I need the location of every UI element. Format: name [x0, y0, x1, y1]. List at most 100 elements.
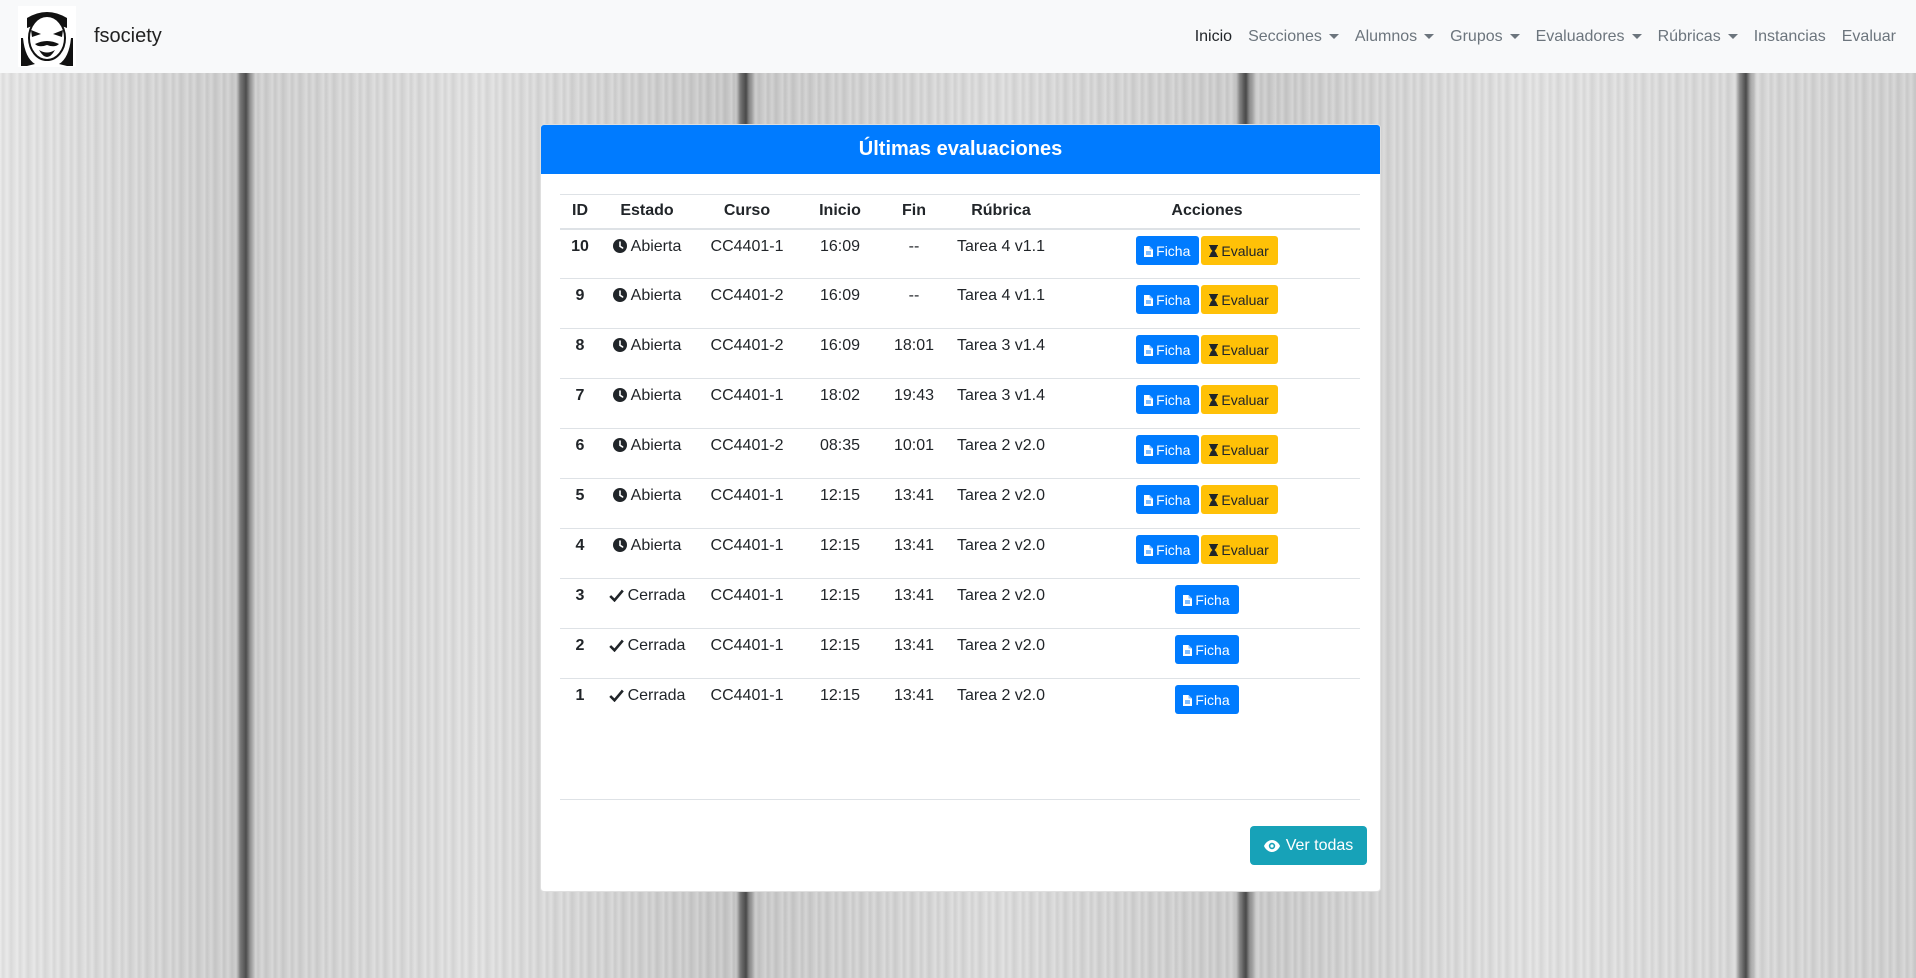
- ver-todas-button[interactable]: Ver todas: [1250, 826, 1367, 865]
- evaluar-button[interactable]: Evaluar: [1201, 485, 1278, 514]
- ficha-label: Ficha: [1195, 642, 1230, 658]
- table-row: 5 Abierta CC4401-1 12:15 13:41 Tarea 2 v2.0 Fi…: [560, 478, 1360, 529]
- cell-rubrica: Tarea 2 v2.0: [948, 428, 1054, 479]
- ficha-button[interactable]: Ficha: [1136, 435, 1200, 464]
- cell-inicio: 08:35: [800, 428, 880, 479]
- cell-fin: 18:01: [880, 328, 948, 379]
- evaluar-button[interactable]: Evaluar: [1201, 385, 1278, 414]
- cell-estado: Abierta: [600, 528, 694, 579]
- status-text: Abierta: [630, 337, 682, 354]
- ficha-button[interactable]: Ficha: [1136, 335, 1200, 364]
- cell-estado: Abierta: [600, 278, 694, 329]
- ficha-button[interactable]: Ficha: [1175, 685, 1239, 714]
- nav-item-label: Instancias: [1753, 27, 1826, 45]
- ficha-button[interactable]: Ficha: [1136, 235, 1200, 265]
- clock-icon: [612, 438, 627, 457]
- cell-acciones: Ficha Evaluar: [1054, 229, 1360, 279]
- nav-item-label: Secciones: [1248, 27, 1322, 45]
- cell-rubrica: Tarea 2 v2.0: [948, 478, 1054, 529]
- cell-id: 4: [560, 528, 600, 579]
- cell-inicio: 16:09: [800, 278, 880, 329]
- cell-curso: CC4401-1: [694, 378, 800, 429]
- brand[interactable]: fsociety: [18, 6, 162, 67]
- ficha-button[interactable]: Ficha: [1136, 535, 1200, 564]
- status-text: Cerrada: [627, 637, 686, 654]
- table-row: 4 Abierta CC4401-1 12:15 13:41 Tarea 2 v2.0 Fi…: [560, 528, 1360, 579]
- cell-fin: 19:43: [880, 378, 948, 429]
- status-text: Abierta: [630, 237, 682, 255]
- ficha-label: Ficha: [1156, 442, 1191, 458]
- evaluar-label: Evaluar: [1221, 492, 1269, 508]
- column-header-acciones: Acciones: [1054, 194, 1360, 230]
- ficha-label: Ficha: [1195, 592, 1230, 608]
- evaluar-label: Evaluar: [1221, 392, 1269, 408]
- cell-curso: CC4401-1: [694, 678, 800, 729]
- table-row: 2 Cerrada CC4401-1 12:15 13:41 Tarea 2 v2.0 Fi…: [560, 628, 1360, 679]
- brand-name: fsociety: [94, 25, 162, 47]
- chevron-down-icon: [1727, 34, 1738, 39]
- nav-item-alumnos[interactable]: Alumnos: [1347, 28, 1442, 46]
- nav-item-evaluar[interactable]: Evaluar: [1834, 28, 1904, 46]
- ver-todas-label: Ver todas: [1285, 836, 1354, 854]
- table-body: 10 Abierta CC4401-1 16:09 -- Tarea 4 v1.1 Fich…: [560, 229, 1360, 729]
- evaluar-button[interactable]: Evaluar: [1201, 285, 1278, 314]
- nav-item-inicio[interactable]: Inicio: [1187, 28, 1240, 46]
- evaluar-button[interactable]: Evaluar: [1201, 235, 1278, 265]
- hourglass-icon: [1209, 342, 1221, 358]
- hourglass-icon: [1209, 442, 1221, 458]
- cell-curso: CC4401-1: [710, 237, 784, 255]
- evaluar-label: Evaluar: [1221, 342, 1269, 358]
- nav-item-label: Grupos: [1450, 27, 1503, 45]
- cell-fin: 13:41: [880, 678, 948, 729]
- cell-estado: Abierta: [600, 478, 694, 529]
- hourglass-icon: [1209, 292, 1221, 308]
- table-row: 6 Abierta CC4401-2 08:35 10:01 Tarea 2 v2.0 Fi…: [560, 428, 1360, 479]
- nav-item-secciones[interactable]: Secciones: [1240, 28, 1347, 46]
- ficha-button[interactable]: Ficha: [1136, 485, 1200, 514]
- cell-curso: CC4401-1: [694, 478, 800, 529]
- cell-acciones: Ficha Evaluar: [1054, 528, 1360, 579]
- nav-item-label: Rúbricas: [1657, 27, 1721, 45]
- chevron-down-icon: [1424, 34, 1435, 39]
- evaluar-label: Evaluar: [1221, 292, 1269, 308]
- evaluar-label: Evaluar: [1221, 542, 1269, 558]
- ficha-button[interactable]: Ficha: [1175, 635, 1239, 664]
- cell-estado: Abierta: [600, 428, 694, 479]
- ficha-label: Ficha: [1156, 242, 1191, 259]
- nav-item-grupos[interactable]: Grupos: [1442, 28, 1527, 46]
- clock-icon: [612, 538, 627, 557]
- column-header-curso: Curso: [694, 194, 800, 230]
- check-icon: [608, 689, 624, 707]
- nav-item-r-bricas[interactable]: Rúbricas: [1650, 28, 1746, 46]
- cell-rubrica: Tarea 2 v2.0: [948, 628, 1054, 679]
- evaluar-button[interactable]: Evaluar: [1201, 535, 1278, 564]
- column-header-estado: Estado: [600, 194, 694, 230]
- clock-icon: [612, 488, 627, 507]
- evaluar-button[interactable]: Evaluar: [1201, 335, 1278, 364]
- file-icon: [1183, 592, 1195, 608]
- nav-item-instancias[interactable]: Instancias: [1746, 28, 1834, 46]
- ficha-label: Ficha: [1156, 492, 1191, 508]
- table-row: 9 Abierta CC4401-2 16:09 -- Tarea 4 v1.1 Ficha…: [560, 278, 1360, 329]
- evaluar-label: Evaluar: [1221, 242, 1269, 259]
- cell-acciones: Ficha Evaluar: [1054, 378, 1360, 429]
- cell-acciones: Ficha Evaluar: [1054, 278, 1360, 329]
- cell-curso: CC4401-2: [694, 278, 800, 329]
- nav-item-label: Inicio: [1194, 27, 1233, 45]
- ficha-button[interactable]: Ficha: [1175, 585, 1239, 614]
- cell-id: 7: [560, 378, 600, 429]
- cell-curso: CC4401-1: [694, 528, 800, 579]
- status-text: Abierta: [630, 437, 682, 454]
- nav-item-evaluadores[interactable]: Evaluadores: [1528, 28, 1650, 46]
- evaluar-button[interactable]: Evaluar: [1201, 435, 1278, 464]
- table-header-row: ID Estado Curso Inicio Fin Rúbrica Acciones: [560, 194, 1360, 230]
- ficha-button[interactable]: Ficha: [1136, 285, 1200, 314]
- clock-icon: [612, 338, 627, 357]
- cell-id: 9: [560, 278, 600, 329]
- table-row: 1 Cerrada CC4401-1 12:15 13:41 Tarea 2 v2.0 Fi…: [560, 678, 1360, 729]
- ficha-button[interactable]: Ficha: [1136, 385, 1200, 414]
- cell-estado: Abierta: [600, 229, 694, 279]
- cell-inicio: 16:09: [819, 237, 861, 255]
- nav-item-label: Evaluadores: [1535, 27, 1625, 45]
- cell-curso: CC4401-1: [694, 578, 800, 629]
